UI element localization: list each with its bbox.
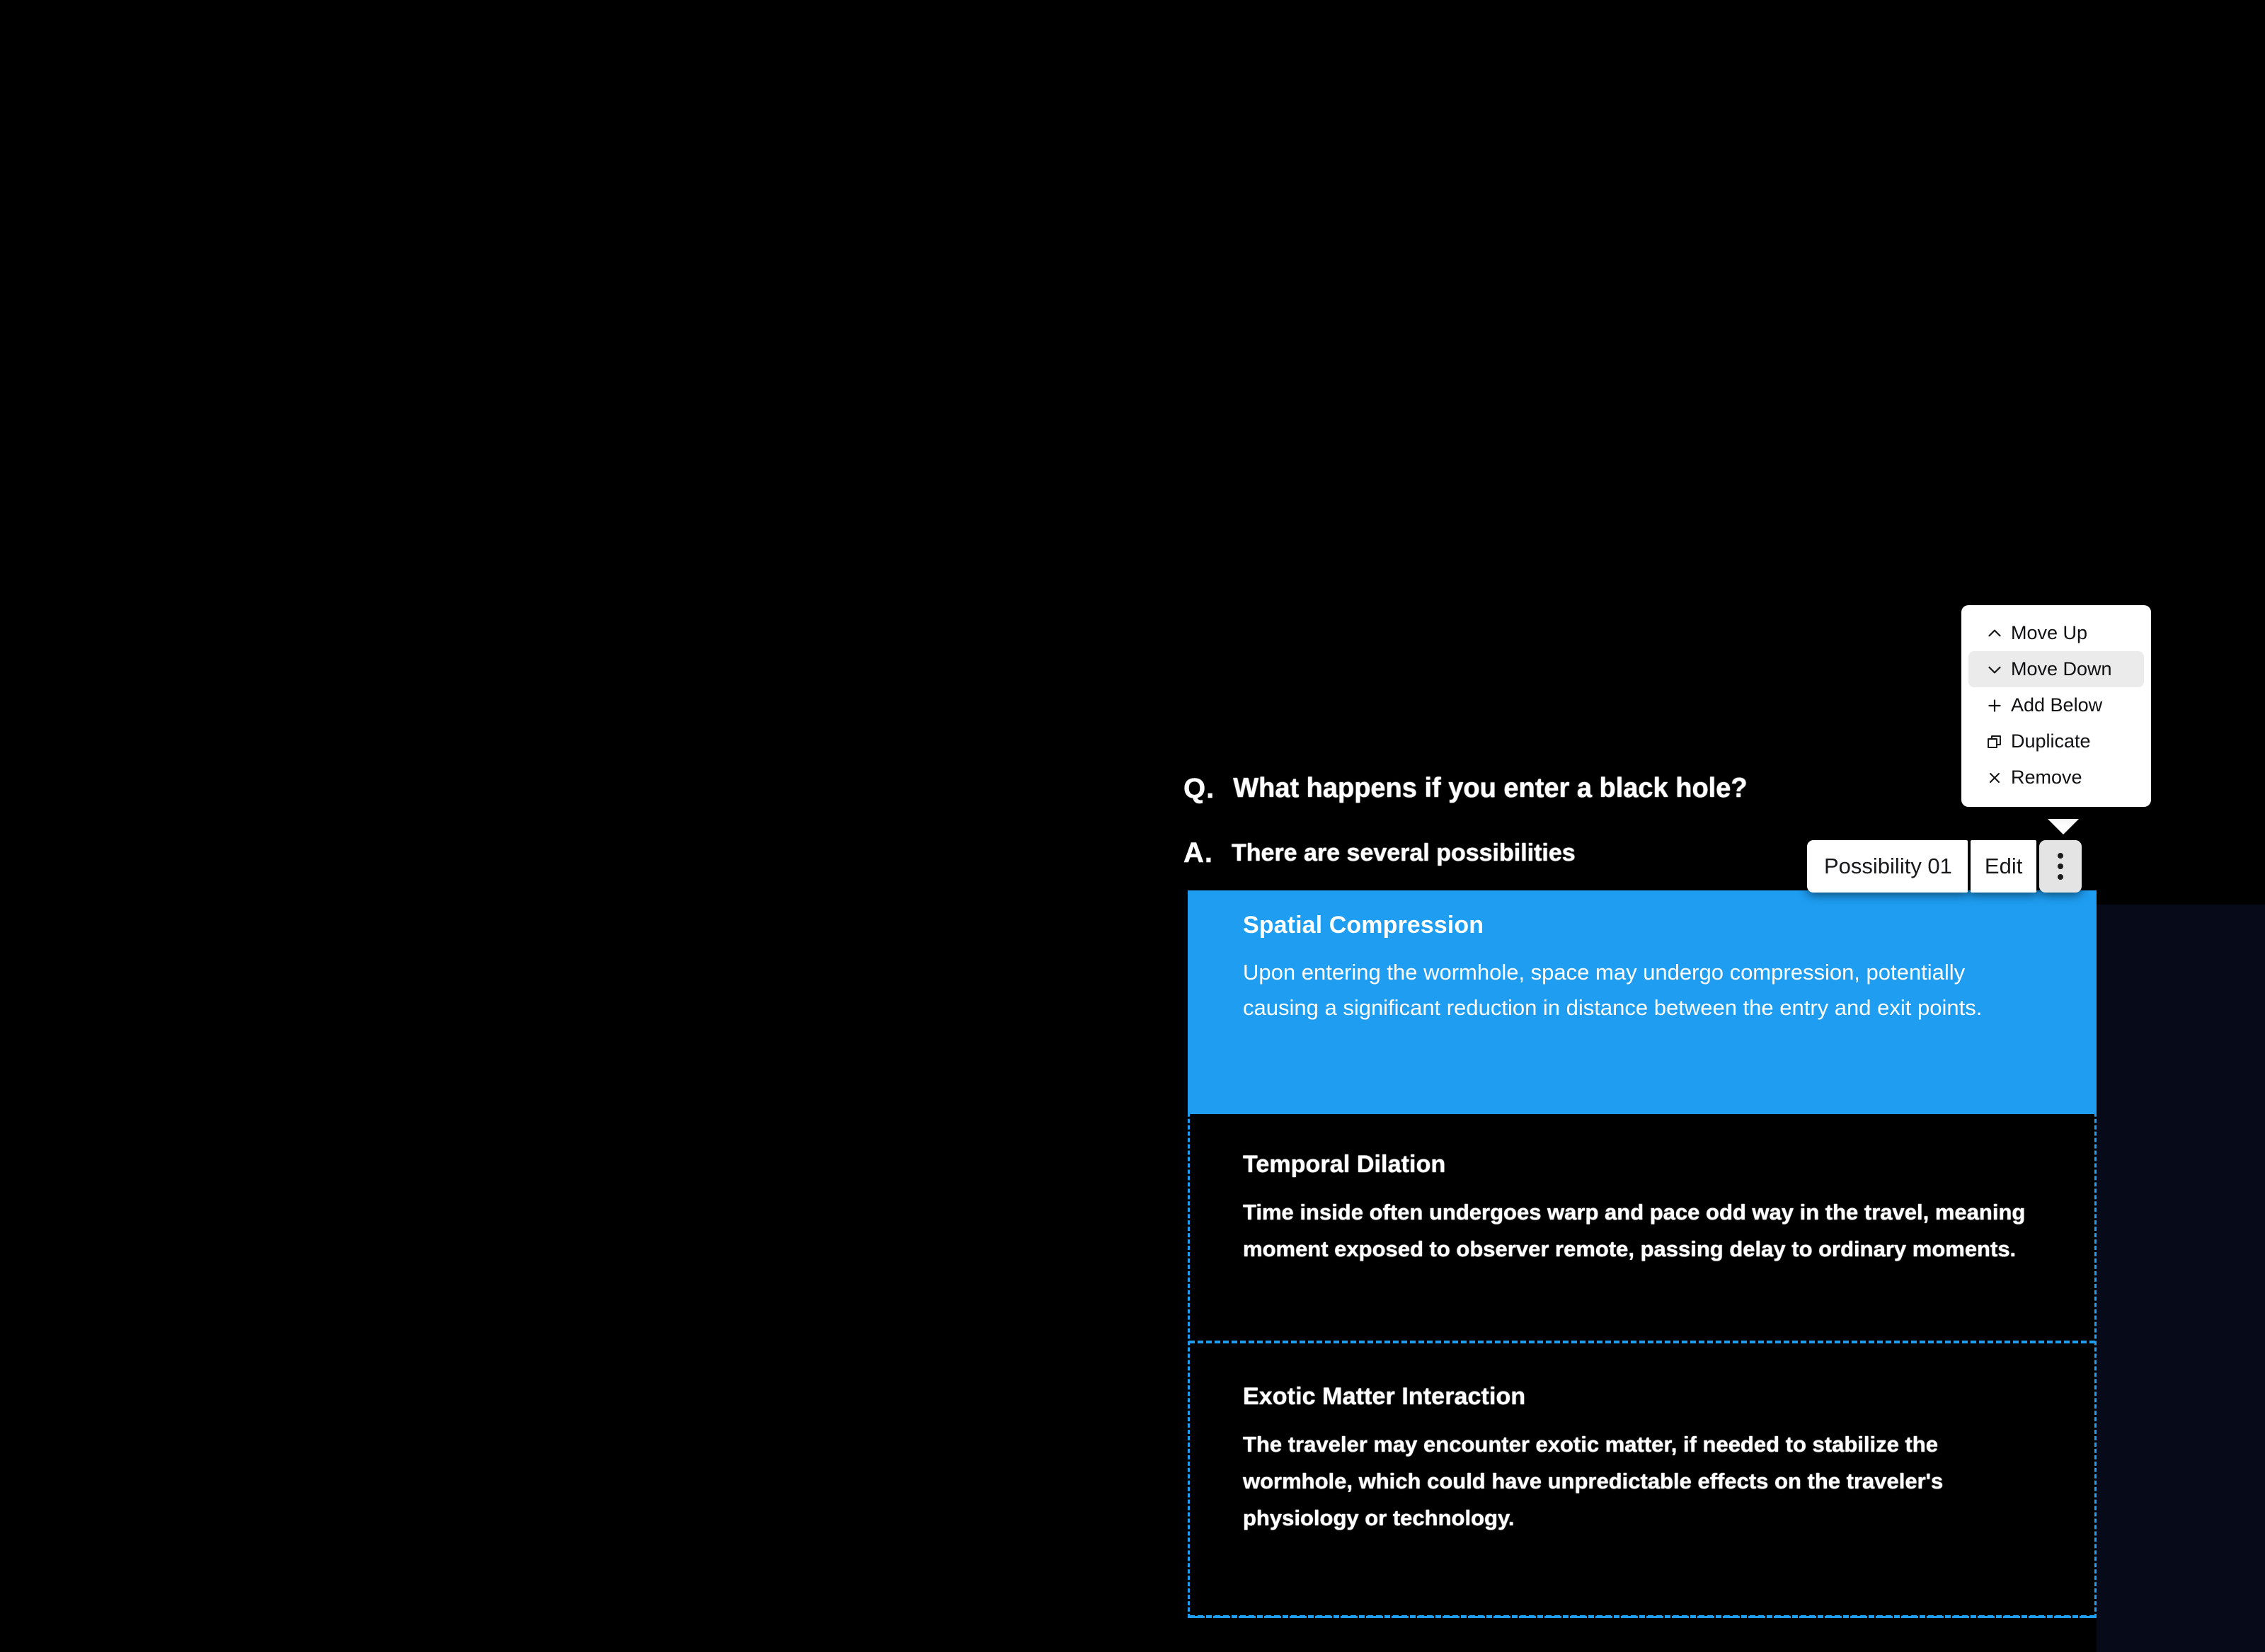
- chevron-down-icon: [1978, 660, 2011, 679]
- copy-icon: [1978, 733, 2011, 750]
- question-marker: Q.: [1183, 772, 1215, 804]
- chevron-up-icon: [1978, 624, 2011, 643]
- possibility-card[interactable]: Temporal Dilation Time inside often unde…: [1188, 1130, 2097, 1329]
- possibility-title: Spatial Compression: [1243, 912, 1484, 939]
- kebab-dot: [2058, 864, 2064, 869]
- context-menu: Move Up Move Down Add Below Duplicate Re: [1961, 605, 2151, 807]
- possibility-label-chip[interactable]: Possibility 01: [1807, 840, 1968, 893]
- possibility-card[interactable]: Exotic Matter Interaction The traveler m…: [1188, 1362, 2097, 1561]
- menu-item-add-below[interactable]: Add Below: [1968, 687, 2144, 723]
- context-menu-arrow: [2048, 819, 2079, 834]
- possibility-body: Time inside often undergoes warp and pac…: [1243, 1200, 2026, 1262]
- menu-item-duplicate[interactable]: Duplicate: [1968, 723, 2144, 759]
- plus-icon: [1978, 696, 2011, 715]
- card-separator: [1189, 1615, 2095, 1618]
- kebab-dot: [2058, 874, 2064, 880]
- more-vertical-icon[interactable]: [2039, 840, 2082, 893]
- edit-button[interactable]: Edit: [1970, 840, 2037, 893]
- close-x-icon: [1978, 769, 2011, 786]
- menu-item-label: Add Below: [2011, 694, 2103, 716]
- possibility-toolbar: Possibility 01 Edit: [1807, 840, 2082, 893]
- possibility-body: Upon entering the wormhole, space may un…: [1243, 960, 1983, 1021]
- kebab-dot: [2058, 853, 2064, 859]
- menu-item-label: Duplicate: [2011, 730, 2091, 752]
- question-text: What happens if you enter a black hole?: [1233, 773, 1748, 803]
- possibility-title: Temporal Dilation: [1243, 1151, 1446, 1178]
- menu-item-move-down[interactable]: Move Down: [1968, 651, 2144, 687]
- possibility-card[interactable]: Spatial Compression Upon entering the wo…: [1188, 890, 2097, 1114]
- menu-item-remove[interactable]: Remove: [1968, 759, 2144, 796]
- card-separator: [1189, 1341, 2095, 1343]
- possibility-title: Exotic Matter Interaction: [1243, 1383, 1526, 1410]
- possibility-body: The traveler may encounter exotic matter…: [1243, 1432, 1944, 1531]
- menu-item-label: Move Up: [2011, 622, 2088, 643]
- menu-item-label: Remove: [2011, 767, 2082, 788]
- answer-marker: A.: [1183, 837, 1213, 868]
- right-side-panel: [2097, 905, 2265, 1652]
- menu-item-label: Move Down: [2011, 658, 2112, 679]
- answer-text: There are several possibilities: [1232, 839, 1576, 866]
- menu-item-move-up[interactable]: Move Up: [1968, 615, 2144, 651]
- app-canvas: Q. What happens if you enter a black hol…: [0, 0, 2265, 1652]
